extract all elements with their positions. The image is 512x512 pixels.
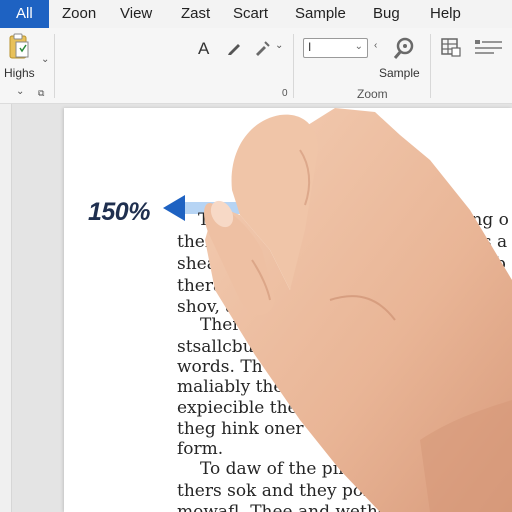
- zoom-indicator: 150%: [88, 198, 150, 226]
- menu-tab-bar: All Zoon View Zast Scart Sample Bug Help: [0, 0, 512, 28]
- chevron-down-icon[interactable]: ⌄: [275, 40, 283, 51]
- document-line: theg hink oner th: [177, 419, 327, 439]
- highs-label[interactable]: Highs: [4, 66, 35, 80]
- tab-help[interactable]: Help: [430, 0, 461, 28]
- zoom-group-label: Zoom: [357, 87, 388, 101]
- tab-view[interactable]: View: [120, 0, 152, 28]
- ribbon-separator: [293, 34, 294, 98]
- chevron-down-icon: ⌄: [354, 41, 363, 52]
- group-left-number: 0: [282, 88, 288, 99]
- document-line-fragment: gs a: [472, 232, 508, 252]
- tab-bug[interactable]: Bug: [373, 0, 400, 28]
- document-line: shov, a: [177, 297, 236, 317]
- chevron-down-icon[interactable]: ⌄: [16, 86, 24, 97]
- document-line: stsallcbul: [177, 337, 260, 357]
- clipboard-icon[interactable]: [8, 32, 30, 60]
- document-line: form.: [177, 439, 224, 459]
- zoom-dropdown[interactable]: I ⌄: [303, 38, 368, 58]
- chevron-left-icon[interactable]: ‹: [374, 40, 377, 51]
- document-line: maliably the: [177, 377, 284, 397]
- document-page[interactable]: [64, 108, 512, 512]
- pencil-icon[interactable]: [226, 40, 242, 56]
- font-color-button[interactable]: A: [198, 39, 209, 59]
- sample-label[interactable]: Sample: [379, 66, 420, 80]
- document-line: expiecible ther: [177, 398, 306, 418]
- table-icon[interactable]: [440, 36, 462, 58]
- tab-scart[interactable]: Scart: [233, 0, 268, 28]
- chevron-down-icon[interactable]: ⌄: [41, 54, 49, 65]
- settings-puzzle-icon[interactable]: [390, 34, 418, 62]
- tab-all[interactable]: All: [0, 0, 49, 28]
- tab-zast[interactable]: Zast: [181, 0, 210, 28]
- document-line-fragment: ing o: [466, 210, 509, 230]
- document-line: shea: [177, 254, 217, 274]
- ribbon-separator: [430, 34, 431, 98]
- dialog-launcher-icon[interactable]: ⧉: [38, 88, 44, 99]
- document-line: ther: [177, 232, 213, 252]
- document-line: thera: [177, 276, 224, 296]
- document-line-fragment: b: [495, 254, 506, 274]
- arrow-left-icon: [163, 195, 281, 221]
- tab-zoom[interactable]: Zoon: [62, 0, 96, 28]
- left-pane: [0, 104, 12, 512]
- document-line: mowafl. Thee and wethe doc: [177, 502, 424, 512]
- document-line: Ther: [200, 315, 241, 335]
- tab-sample[interactable]: Sample: [295, 0, 346, 28]
- document-line: thers sok and they pofiiccu: [177, 481, 410, 501]
- ribbon: Highs ⌄ ⌄ ⧉ A ⌄ 0 I ⌄ ‹ Sample Zoom: [0, 28, 512, 104]
- document-line: words. Th: [177, 357, 263, 377]
- zoom-dropdown-value: I: [308, 40, 312, 54]
- marker-icon[interactable]: [253, 39, 271, 57]
- ribbon-separator: [54, 34, 55, 98]
- document-line: T: [198, 210, 210, 230]
- document-line: To daw of the ping ta: [200, 459, 383, 479]
- list-icon[interactable]: [474, 38, 504, 56]
